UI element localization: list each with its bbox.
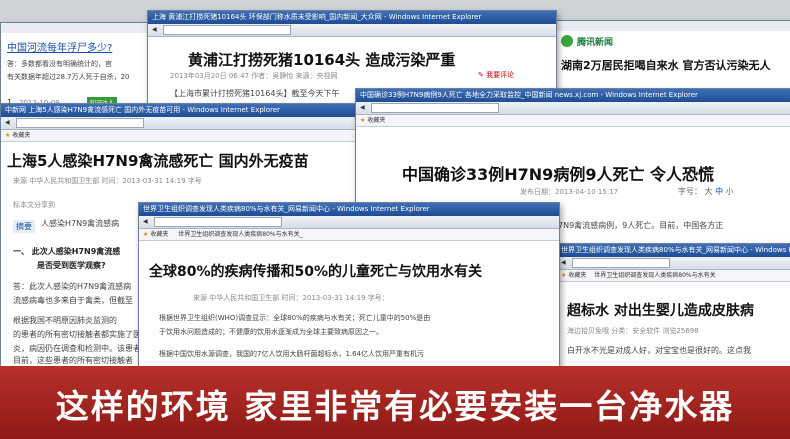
back-icon[interactable]: ◀ <box>360 104 365 111</box>
address-toolbar: ◀ <box>148 24 556 37</box>
answer-line-1: 答：多数都看没有明确统计的，官 <box>7 60 112 68</box>
browser-window-who-water: 世界卫生组织调查发现人类疾病80%与水有关_网易新闻中心 - Windows I… <box>138 202 560 368</box>
favorites-label[interactable]: 收藏夹 <box>568 272 586 279</box>
font-size-label: 字号： <box>678 187 702 196</box>
summary-text: 人感染H7N9禽流感病 <box>41 219 120 228</box>
paragraph-4: 的患者的所有密切接触者都实施了医 <box>13 330 141 339</box>
headline-river-corpses[interactable]: 中国河流每年浮尸多少? <box>7 39 112 54</box>
favorites-label[interactable]: 收藏夹 <box>12 132 30 139</box>
address-toolbar: ◀ <box>139 216 559 229</box>
comment-icon: ✎ <box>478 71 484 79</box>
page-tab[interactable]: 世界卫生组织调查发现人类疾病80%与水有关_ <box>178 231 302 238</box>
font-large-button[interactable]: 大 <box>705 187 713 196</box>
address-bar[interactable] <box>162 24 291 35</box>
article-meta: 来源 中华人民共和国卫生部 时间：2013-03-31 14:19 字号： <box>193 294 389 302</box>
paragraph-2: 流感病毒也多来自于禽类，但截至 <box>13 296 133 305</box>
back-icon[interactable]: ◀ <box>5 119 10 126</box>
banner-text: 这样的环境 家里非常有必要安装一台净水器 <box>55 387 735 426</box>
paragraph-1: 答：此次人感染的H7N9禽流感病 <box>13 282 132 291</box>
summary-label: 摘要 <box>13 220 35 233</box>
headline-china-h7n9: 中国确诊33例H7N9病例9人死亡 令人恐慌 <box>402 165 715 184</box>
favorites-bar: ★ 收藏夹 <box>356 115 790 127</box>
paragraph-1: 根据世界卫生组织(WHO)调查显示：全球80%的疾病与水有关；死亡儿童中的50%… <box>159 314 431 322</box>
favorites-bar: ★ 收藏夹 世界卫生组织调查发现人类疾病80%与水有关 <box>557 270 790 282</box>
back-icon[interactable]: ◀ <box>152 26 157 33</box>
headline-shanghai-h7n9: 上海5人感染H7N9禽流感死亡 国内外无疫苗 <box>7 152 309 170</box>
address-bar[interactable] <box>153 216 282 227</box>
page-tab[interactable]: 世界卫生组织调查发现人类疾病80%与水有关 <box>594 272 715 279</box>
window-titlebar: 中国确诊33例H7N9病例9人死亡 各地全力采取监控_中国新闻 news.xj.… <box>356 89 790 102</box>
comment-link[interactable]: ✎ 我要评论 <box>478 70 514 80</box>
font-size-control: 字号： 大 中 小 <box>678 186 734 197</box>
favorites-star-icon[interactable]: ★ <box>5 132 10 139</box>
address-bar[interactable] <box>15 117 144 128</box>
publish-date: 发布日期：2013-04-10 15:17 <box>520 188 619 196</box>
address-toolbar: ◀ <box>557 257 790 270</box>
comment-label: 我要评论 <box>486 71 515 79</box>
browser-window-baby-skin: 世界卫生组织调查发现人类疾病80%与水有关_网易新闻中心 - Windows I… <box>556 243 790 368</box>
favorites-bar: ★ 收藏夹 <box>1 130 363 142</box>
article-body: H7N9禽流感病例，9人死亡。目前，中国各方正 <box>552 221 724 230</box>
window-titlebar: 世界卫生组织调查发现人类疾病80%与水有关_网易新闻中心 - Windows I… <box>139 203 559 216</box>
favorites-star-icon[interactable]: ★ <box>360 117 365 124</box>
font-small-button[interactable]: 小 <box>726 187 734 196</box>
tencent-logo <box>561 35 573 47</box>
address-toolbar: ◀ <box>356 102 790 115</box>
headline-baby-skin: 超标水 对出生婴儿造成皮肤病 <box>567 303 754 319</box>
article-meta: 来源 中华人民共和国卫生部 时间：2013-03-31 14:19 字号 <box>13 177 202 185</box>
paragraph-2: 于饮用水问题造成的；不健康的饮用水逐渐成为全球主要致病原因之一。 <box>159 328 383 336</box>
article-meta: 2013年03月20日 06:47 作者：吴静怡 来源：央视网 <box>170 72 338 80</box>
browser-window-hunan-water: 腾讯新闻 湖南2万居民拒喝自来水 官方否认污染无人 <box>552 20 790 92</box>
promo-banner: 这样的环境 家里非常有必要安装一台净水器 <box>0 366 790 439</box>
favorites-star-icon[interactable]: ★ <box>143 231 148 238</box>
favorites-label[interactable]: 收藏夹 <box>150 231 168 238</box>
favorites-bar: ★ 收藏夹 世界卫生组织调查发现人类疾病80%与水有关_ <box>139 229 559 241</box>
question-line-2: 是否受到医学观察? <box>37 261 106 270</box>
back-icon[interactable]: ◀ <box>143 218 148 225</box>
headline-hunan-water: 湖南2万居民拒喝自来水 官方否认污染无人 <box>561 59 771 72</box>
favorites-star-icon[interactable]: ★ <box>561 272 566 279</box>
window-titlebar: 上海 黄浦江打捞死猪10164头 环保部门称水质未受影响_国内新闻_大众网 - … <box>148 11 556 24</box>
article-body: 白开水不光是对成人好，对宝宝也是很好的。这点我 <box>567 346 751 355</box>
window-titlebar: 世界卫生组织调查发现人类疾病80%与水有关_网易新闻中心 - Windows I… <box>557 244 790 257</box>
favorites-label[interactable]: 收藏夹 <box>367 117 385 124</box>
paragraph-3: 根据中国饮用水源调查，我国的7亿人饮用大肠杆菌超标水，1.64亿人饮用严重有机污 <box>159 350 425 358</box>
address-bar[interactable] <box>370 102 499 113</box>
article-body: 【上海市累计打捞死猪10164头】截至今天下午 <box>170 89 340 98</box>
address-bar[interactable] <box>571 257 670 268</box>
back-icon[interactable]: ◀ <box>561 259 566 266</box>
headline-who-water: 全球80%的疾病传播和50%的儿童死亡与饮用水有关 <box>149 264 483 280</box>
tencent-brand: 腾讯新闻 <box>577 38 614 48</box>
article-meta: 海边拾贝免哦 分类：安全软件 浏览25698 <box>567 327 699 335</box>
address-toolbar: ◀ <box>1 117 363 130</box>
paragraph-3: 根据我国不明原因肺炎监测的 <box>13 316 117 325</box>
window-titlebar: 中新网 上海5人感染H7N9禽流感死亡 国内外无疫苗可用 - Windows I… <box>1 104 363 117</box>
question-line-1: 一、 此次人感染H7N9禽流感 <box>13 247 121 256</box>
answer-line-2: 有关数据年超过28.7万人死于自杀，20 <box>7 73 130 81</box>
font-medium-button[interactable]: 中 <box>715 187 723 196</box>
headline-huangpu: 黄浦江打捞死猪10164头 造成污染严重 <box>188 51 456 69</box>
share-label[interactable]: 标本文分享到 <box>13 200 55 210</box>
